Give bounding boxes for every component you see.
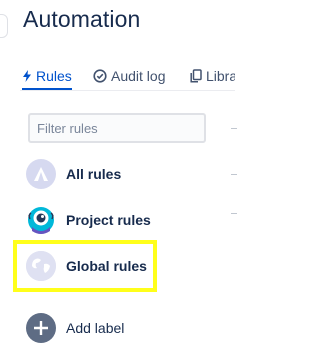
- sidebar-item-project-rules[interactable]: Project rules: [26, 204, 151, 236]
- check-circle-icon: [93, 69, 107, 83]
- automation-page: Automation Rules Audit log Libra Filter …: [0, 0, 295, 364]
- divider: [231, 128, 237, 129]
- tab-bar: Rules Audit log Libra: [20, 64, 235, 91]
- sidebar-item-label: Project rules: [66, 212, 151, 228]
- tab-rules-label: Rules: [36, 68, 72, 84]
- tab-library[interactable]: Libra: [190, 64, 235, 88]
- tab-audit-log[interactable]: Audit log: [93, 64, 165, 88]
- add-label-button[interactable]: Add label: [26, 312, 124, 344]
- copy-icon: [190, 69, 202, 83]
- tab-rules[interactable]: Rules: [22, 64, 72, 90]
- all-rules-icon: [26, 159, 56, 189]
- filter-rules-input[interactable]: [28, 113, 206, 143]
- highlight-box: [13, 240, 157, 292]
- divider: [231, 213, 237, 214]
- tab-audit-log-label: Audit log: [111, 68, 166, 84]
- add-label-text: Add label: [66, 320, 125, 336]
- sidebar-item-label: All rules: [66, 166, 122, 182]
- sidebar-item-all-rules[interactable]: All rules: [26, 158, 121, 190]
- tab-library-label: Libra: [206, 68, 235, 84]
- project-avatar-icon: [26, 205, 56, 235]
- lightning-icon: [23, 70, 31, 82]
- page-title: Automation: [23, 6, 141, 32]
- divider: [231, 174, 237, 175]
- collapse-handle[interactable]: [0, 14, 8, 38]
- plus-circle-icon: [26, 313, 56, 343]
